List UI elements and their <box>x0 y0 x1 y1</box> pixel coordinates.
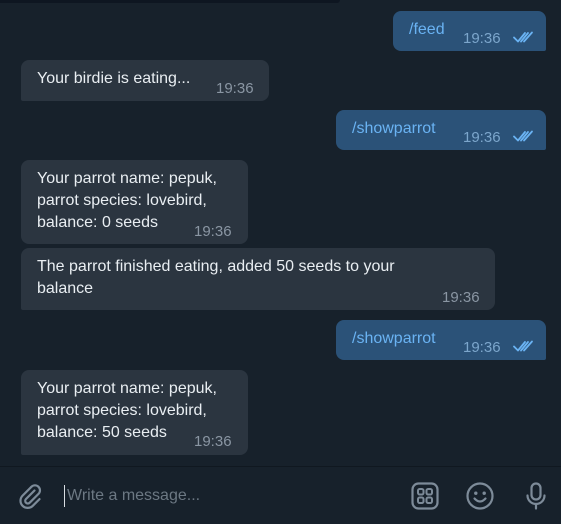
message-text[interactable]: Your parrot name: pepuk, parrot species:… <box>37 170 217 231</box>
message-text[interactable]: /feed <box>409 21 445 38</box>
message-input[interactable]: Write a message... <box>67 485 200 507</box>
double-check-icon <box>513 340 533 352</box>
outgoing-message[interactable]: /showparrot 19:36 <box>336 320 546 360</box>
message-time: 19:36 <box>442 289 480 306</box>
incoming-message[interactable]: Your birdie is eating... 19:36 <box>21 60 269 101</box>
message-text[interactable]: /showparrot <box>352 120 436 137</box>
message-text[interactable]: /showparrot <box>352 330 436 347</box>
double-check-icon <box>513 31 533 43</box>
message-text[interactable]: Your birdie is eating... <box>37 70 190 87</box>
incoming-message[interactable]: Your parrot name: pepuk, parrot species:… <box>21 160 248 244</box>
chat-history[interactable]: /feed 19:36 Your birdie is eating... 19:… <box>0 0 561 466</box>
outgoing-message[interactable]: /feed 19:36 <box>393 11 546 51</box>
incoming-message[interactable]: Your parrot name: pepuk, parrot species:… <box>21 370 248 455</box>
text-cursor <box>64 485 65 507</box>
microphone-icon[interactable] <box>521 481 551 511</box>
incoming-message[interactable]: The parrot finished eating, added 50 see… <box>21 248 495 310</box>
bot-commands-icon[interactable] <box>410 481 440 511</box>
message-time: 19:36 <box>216 80 254 97</box>
message-text[interactable]: The parrot finished eating, added 50 see… <box>37 258 395 297</box>
message-text[interactable]: Your parrot name: pepuk, parrot species:… <box>37 380 217 441</box>
message-time: 19:36 <box>463 30 501 47</box>
attach-icon[interactable] <box>15 481 45 511</box>
message-time: 19:36 <box>194 433 232 450</box>
previous-message-edge <box>0 0 340 3</box>
message-time: 19:36 <box>194 223 232 240</box>
double-check-icon <box>513 130 533 142</box>
message-time: 19:36 <box>463 129 501 146</box>
emoji-icon[interactable] <box>465 481 495 511</box>
message-time: 19:36 <box>463 339 501 356</box>
message-composer: Write a message... <box>0 466 561 524</box>
outgoing-message[interactable]: /showparrot 19:36 <box>336 110 546 150</box>
